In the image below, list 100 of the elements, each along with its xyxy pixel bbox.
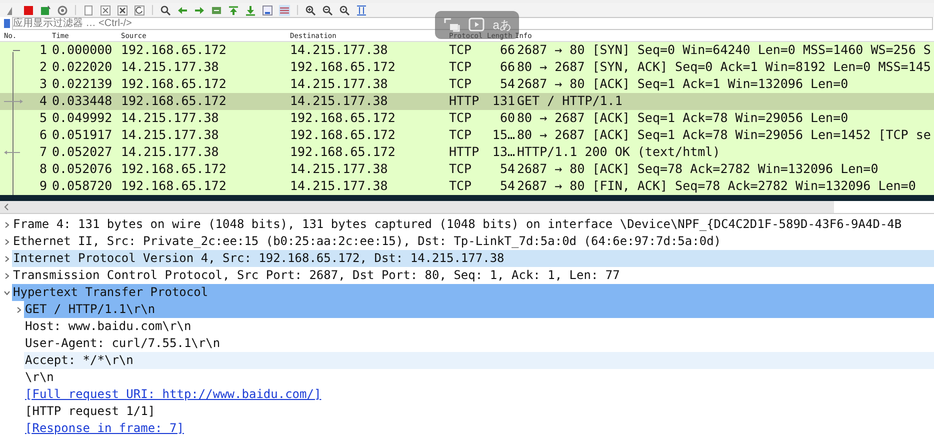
table-cell-text: 1 bbox=[38, 42, 48, 59]
detail-line[interactable]: Frame 4: 131 bytes on wire (1048 bits), 131 bytes captured (1048 bits) on interface \Device\NPF_{DC4C2D1F-589D-43F6-9A4D-4B bbox=[12, 216, 934, 233]
table-cell-text: 0.022020 bbox=[51, 59, 114, 76]
table-cell-text: 192.168.65.172 bbox=[290, 110, 396, 127]
play-icon[interactable] bbox=[468, 17, 486, 33]
table-cell-text: 80 → 2687 [ACK] Seq=1 Ack=78 Win=29056 Len=1452 [TCP se bbox=[516, 127, 932, 144]
zoom-out-icon[interactable] bbox=[322, 4, 333, 16]
zoom-reset-icon[interactable] bbox=[339, 4, 350, 16]
table-cell-text: 14.215.177.38 bbox=[121, 127, 220, 144]
table-cell-text: 0.058720 bbox=[51, 178, 114, 195]
table-cell-text: 5 bbox=[38, 110, 48, 127]
close-icon[interactable] bbox=[117, 4, 128, 16]
table-cell-text: 131 bbox=[491, 93, 515, 110]
table-cell-text: 0.052027 bbox=[51, 144, 114, 161]
colorize-icon[interactable] bbox=[279, 4, 290, 16]
packet-row[interactable]: 3 0.022139 192.168.65.172 14.215.177.38 TCP 54 2687 → 80 [ACK] Seq=1 Ack=1 Win=132096 Len=0 bbox=[0, 76, 934, 93]
table-cell-text: TCP bbox=[449, 59, 473, 76]
table-cell-text: HTTP/1.1 200 OK (text/html) bbox=[516, 144, 722, 161]
table-cell-text: TCP bbox=[449, 127, 473, 144]
table-cell-text: 2687 → 80 [ACK] Seq=1 Ack=1 Win=132096 Len=0 bbox=[516, 76, 850, 93]
expand-chevron-icon[interactable] bbox=[3, 238, 11, 246]
link[interactable]: [Full request URI: http://www.baidu.com/] bbox=[25, 387, 322, 401]
table-cell-text: 2687 → 80 [SYN] Seq=0 Win=64240 Len=0 MSS=1460 WS=256 S bbox=[516, 42, 932, 59]
packet-row[interactable]: 7 0.052027 14.215.177.38 192.168.65.172 HTTP 13… HTTP/1.1 200 OK (text/html) bbox=[0, 144, 934, 161]
table-cell-text: 192.168.65.172 bbox=[290, 144, 396, 161]
table-cell-text: HTTP bbox=[449, 144, 480, 161]
expand-chevron-icon[interactable] bbox=[15, 306, 23, 314]
table-cell-text: 14.215.177.38 bbox=[290, 178, 389, 195]
table-cell-text: 0.000000 bbox=[51, 42, 114, 59]
table-cell-text: 2 bbox=[38, 59, 48, 76]
forward-arrow-icon[interactable] bbox=[194, 4, 205, 16]
table-cell-text: 2687 → 80 [ACK] Seq=78 Ack=2782 Win=132096 Len=0 bbox=[516, 161, 880, 178]
table-cell-text: 66 bbox=[498, 42, 515, 59]
table-cell-text: 0.052076 bbox=[51, 161, 114, 178]
table-cell-text: 14.215.177.38 bbox=[290, 42, 389, 59]
table-cell-text: 60 bbox=[498, 110, 515, 127]
packet-row[interactable]: 5 0.049992 14.215.177.38 192.168.65.172 TCP 60 80 → 2687 [ACK] Seq=1 Ack=78 Win=29056 Len=0 bbox=[0, 110, 934, 127]
go-to-icon[interactable] bbox=[211, 4, 222, 16]
gear-icon[interactable] bbox=[57, 4, 68, 16]
table-cell-text: TCP bbox=[449, 161, 473, 178]
expand-chevron-icon[interactable] bbox=[3, 254, 11, 262]
table-cell-text: 13… bbox=[491, 144, 515, 161]
detail-line[interactable]: User-Agent: curl/7.55.1\r\n bbox=[24, 335, 934, 352]
expand-chevron-icon[interactable] bbox=[3, 272, 11, 280]
search-icon[interactable] bbox=[160, 4, 171, 16]
detail-line[interactable]: Host: www.baidu.com\r\n bbox=[24, 318, 934, 335]
back-arrow-icon[interactable] bbox=[177, 4, 188, 16]
table-cell-text: 8 bbox=[38, 161, 48, 178]
arrow-up-bar-icon[interactable] bbox=[228, 4, 239, 16]
arrow-down-bar-icon[interactable] bbox=[245, 4, 256, 16]
table-cell-text: TCP bbox=[449, 42, 473, 59]
table-cell-text: 0.049992 bbox=[51, 110, 114, 127]
table-cell-text: 0.051917 bbox=[51, 127, 114, 144]
packet-row[interactable]: 1 0.000000 192.168.65.172 14.215.177.38 TCP 66 2687 → 80 [SYN] Seq=0 Win=64240 Len=0 MSS=1460 WS=256 S bbox=[0, 42, 934, 59]
table-cell-text: 6 bbox=[38, 127, 48, 144]
packet-row[interactable]: 6 0.051917 14.215.177.38 192.168.65.172 TCP 15… 80 → 2687 [ACK] Seq=1 Ack=78 Win=29056 Len=1452 [TCP se bbox=[0, 127, 934, 144]
document-icon[interactable] bbox=[83, 4, 94, 16]
table-cell-text: 66 bbox=[498, 59, 515, 76]
reload-icon[interactable] bbox=[134, 4, 145, 16]
table-cell-text: GET / HTTP/1.1 bbox=[516, 93, 624, 110]
table-cell-text: 14.215.177.38 bbox=[121, 144, 220, 161]
table-cell-text: 54 bbox=[498, 178, 515, 195]
picture-in-picture-icon[interactable] bbox=[442, 17, 461, 33]
detail-line[interactable]: [HTTP request 1/1] bbox=[24, 403, 934, 420]
table-cell-text: 3 bbox=[38, 76, 48, 93]
restart-icon[interactable] bbox=[40, 4, 51, 16]
zoom-in-icon[interactable] bbox=[305, 4, 316, 16]
resize-columns-icon[interactable] bbox=[356, 4, 367, 16]
table-cell-text: 192.168.65.172 bbox=[121, 178, 228, 195]
horizontal-scrollbar[interactable] bbox=[0, 201, 934, 213]
detail-line[interactable]: Transmission Control Protocol, Src Port: 2687, Dst Port: 80, Seq: 1, Ack: 1, Len: 77 bbox=[12, 267, 934, 284]
link[interactable]: [Response in frame: 7] bbox=[25, 421, 184, 435]
detail-line[interactable]: Ethernet II, Src: Private_2c:ee:15 (b0:25:aa:2c:ee:15), Dst: Tp-LinkT_7d:5a:0d (64:6e:97:7d:5a:0d) bbox=[12, 233, 934, 250]
table-cell-text: 54 bbox=[498, 161, 515, 178]
table-cell-text: 80 → 2687 [SYN, ACK] Seq=0 Ack=1 Win=8192 Len=0 MSS=145 bbox=[516, 59, 932, 76]
packet-row[interactable]: 8 0.052076 192.168.65.172 14.215.177.38 TCP 54 2687 → 80 [ACK] Seq=78 Ack=2782 Win=132096 Len=0 bbox=[0, 161, 934, 178]
table-cell-text: 14.215.177.38 bbox=[121, 59, 220, 76]
detail-line[interactable]: \r\n bbox=[24, 369, 934, 386]
table-cell-text: 14.215.177.38 bbox=[290, 76, 389, 93]
collapse-chevron-icon[interactable] bbox=[3, 288, 11, 296]
table-cell-text: 14.215.177.38 bbox=[121, 110, 220, 127]
autoscroll-icon[interactable] bbox=[262, 4, 273, 16]
table-cell-text: 4 bbox=[38, 93, 48, 110]
table-cell-text: 192.168.65.172 bbox=[121, 161, 228, 178]
bookmark-icon[interactable] bbox=[3, 19, 11, 28]
table-cell-text: 192.168.65.172 bbox=[290, 127, 396, 144]
document-x-icon[interactable] bbox=[100, 4, 111, 16]
table-cell-text: 192.168.65.172 bbox=[121, 42, 228, 59]
table-cell-text: 192.168.65.172 bbox=[290, 59, 396, 76]
table-cell-text: 14.215.177.38 bbox=[290, 93, 389, 110]
scroll-left-icon[interactable] bbox=[3, 203, 11, 211]
expand-chevron-icon[interactable] bbox=[3, 220, 11, 228]
table-cell-text: 7 bbox=[38, 144, 48, 161]
table-cell-text: 2687 → 80 [FIN, ACK] Seq=78 Ack=2782 Win=132096 Len=0 bbox=[516, 178, 917, 195]
stop-icon[interactable] bbox=[23, 4, 34, 16]
packet-row[interactable]: 2 0.022020 14.215.177.38 192.168.65.172 TCP 66 80 → 2687 [SYN, ACK] Seq=0 Ack=1 Win=8192 Len=0 MSS=145 bbox=[0, 59, 934, 76]
table-cell-text: 14.215.177.38 bbox=[290, 161, 389, 178]
packet-row[interactable]: 9 0.058720 192.168.65.172 14.215.177.38 TCP 54 2687 → 80 [FIN, ACK] Seq=78 Ack=2782 Win=132096 Len=0 bbox=[0, 178, 934, 195]
table-cell-text: 192.168.65.172 bbox=[121, 93, 228, 110]
packet-row[interactable]: 4 0.033448 192.168.65.172 14.215.177.38 HTTP 131 GET / HTTP/1.1 bbox=[0, 93, 934, 110]
